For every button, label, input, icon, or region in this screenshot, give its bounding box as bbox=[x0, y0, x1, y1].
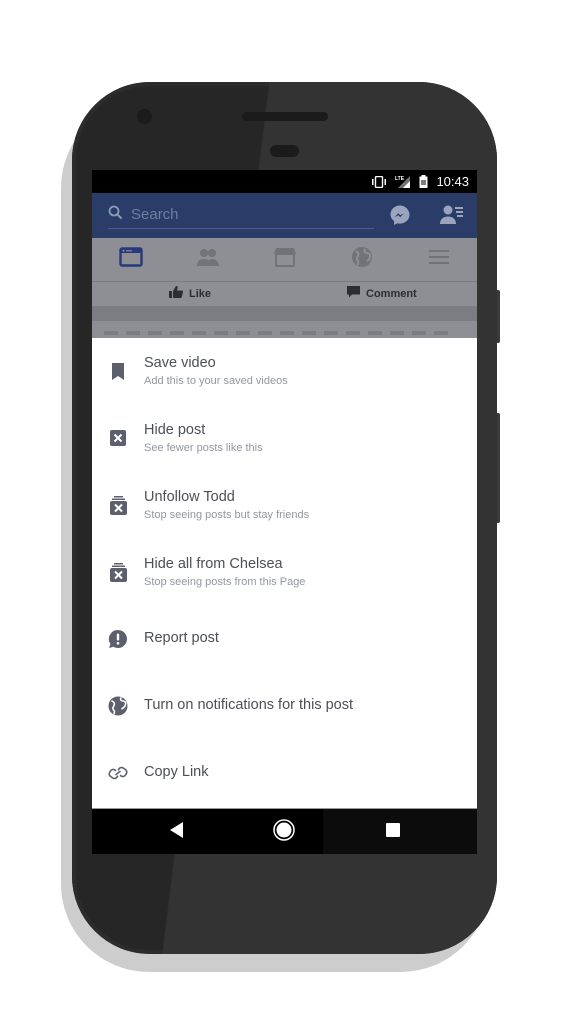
proximity-sensor bbox=[270, 145, 299, 157]
search-input[interactable]: Search bbox=[108, 201, 374, 229]
tab-friends[interactable] bbox=[188, 245, 228, 275]
menu-item-title: Turn on notifications for this post bbox=[144, 697, 354, 713]
nav-tabs bbox=[92, 238, 477, 282]
vibrate-icon bbox=[371, 175, 387, 188]
app-bar: Search bbox=[92, 193, 477, 238]
blurred-post-text bbox=[104, 331, 454, 335]
menu-item-copy-link[interactable]: Copy Link bbox=[92, 740, 477, 800]
unfollow-icon bbox=[107, 494, 129, 516]
recents-icon bbox=[386, 822, 400, 842]
home-icon bbox=[273, 818, 295, 846]
thumbs-up-icon bbox=[169, 286, 183, 301]
comment-icon bbox=[347, 286, 360, 301]
menu-item-subtitle: Stop seeing posts from this Page bbox=[144, 576, 306, 588]
menu-item-subtitle: See fewer posts like this bbox=[144, 442, 263, 454]
bookmark-icon bbox=[107, 360, 129, 382]
search-icon bbox=[108, 205, 123, 224]
globe-icon bbox=[107, 695, 129, 717]
like-button[interactable]: Like bbox=[169, 286, 211, 301]
back-icon bbox=[170, 821, 184, 843]
globe-icon bbox=[351, 246, 373, 273]
network-label: LTE bbox=[395, 176, 405, 182]
battery-icon bbox=[419, 175, 428, 188]
status-bar: LTE 10:43 bbox=[92, 170, 477, 193]
tab-news-feed[interactable] bbox=[111, 245, 151, 275]
next-post-peek bbox=[92, 321, 477, 338]
tab-menu[interactable] bbox=[419, 245, 459, 275]
menu-item-title: Hide all from Chelsea bbox=[144, 556, 283, 572]
front-camera bbox=[137, 109, 152, 124]
menu-item-title: Copy Link bbox=[144, 764, 209, 780]
menu-item-subtitle: Add this to your saved videos bbox=[144, 375, 288, 387]
like-label: Like bbox=[189, 287, 212, 300]
menu-item-title: Save video bbox=[144, 355, 216, 371]
search-placeholder: Search bbox=[131, 206, 179, 223]
post-options-sheet: Save video Add this to your saved videos… bbox=[92, 338, 477, 808]
menu-item-title: Report post bbox=[144, 630, 219, 646]
news-feed-icon bbox=[118, 247, 143, 272]
friend-requests-icon[interactable] bbox=[439, 204, 465, 228]
phone-screen: LTE 10:43 Search Like Comment Save video… bbox=[92, 170, 477, 854]
link-icon bbox=[107, 762, 129, 784]
earpiece-speaker bbox=[242, 112, 328, 121]
menu-item-hide-all[interactable]: Hide all from Chelsea Stop seeing posts … bbox=[92, 539, 477, 599]
system-nav-bar bbox=[92, 808, 477, 854]
hide-post-icon bbox=[107, 427, 129, 449]
menu-item-notifications[interactable]: Turn on notifications for this post bbox=[92, 673, 477, 733]
menu-item-title: Unfollow Todd bbox=[144, 489, 235, 505]
home-button[interactable] bbox=[272, 818, 296, 846]
feed-separator bbox=[92, 306, 477, 321]
menu-item-subtitle: Stop seeing posts but stay friends bbox=[144, 509, 310, 521]
friends-icon bbox=[196, 247, 220, 272]
menu-icon bbox=[428, 248, 450, 271]
hide-all-icon bbox=[107, 561, 129, 583]
menu-item-title: Hide post bbox=[144, 422, 206, 438]
messenger-icon[interactable] bbox=[389, 204, 413, 228]
recents-button[interactable] bbox=[381, 820, 405, 844]
marketplace-icon bbox=[273, 247, 297, 272]
clock: 10:43 bbox=[436, 174, 469, 189]
menu-item-hide-post[interactable]: Hide post See fewer posts like this bbox=[92, 405, 477, 465]
menu-item-save-video[interactable]: Save video Add this to your saved videos bbox=[92, 338, 477, 398]
tab-marketplace[interactable] bbox=[265, 245, 305, 275]
menu-item-unfollow[interactable]: Unfollow Todd Stop seeing posts but stay… bbox=[92, 472, 477, 532]
back-button[interactable] bbox=[165, 820, 189, 844]
lte-signal-icon: LTE bbox=[395, 175, 411, 188]
menu-item-report-post[interactable]: Report post bbox=[92, 606, 477, 666]
report-icon bbox=[107, 628, 129, 650]
tab-notifications[interactable] bbox=[342, 245, 382, 275]
post-actions: Like Comment bbox=[92, 282, 477, 306]
comment-label: Comment bbox=[366, 287, 417, 300]
comment-button[interactable]: Comment bbox=[347, 286, 417, 301]
